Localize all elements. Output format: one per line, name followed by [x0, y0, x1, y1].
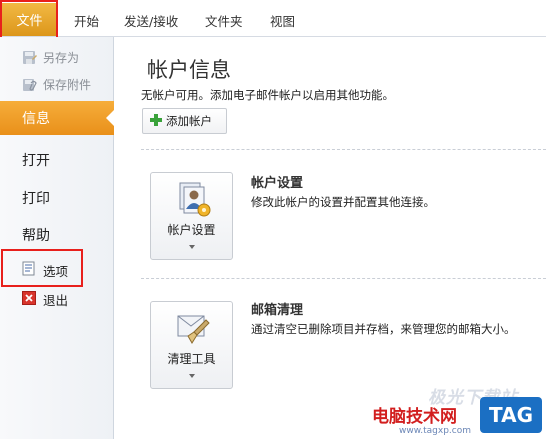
options-label: 选项 — [43, 263, 69, 279]
account-settings-description: 修改此帐户的设置并配置其他连接。 — [251, 195, 435, 209]
nav-help[interactable]: 帮助 — [22, 225, 50, 245]
nav-info-label: 信息 — [22, 111, 50, 127]
watermark-tag-badge: TAG — [480, 397, 542, 433]
tab-home[interactable]: 开始 — [74, 11, 99, 30]
save-attachments-icon — [22, 77, 37, 92]
plus-icon — [150, 113, 162, 129]
nav-options[interactable]: 选项 — [22, 260, 68, 280]
tab-folder[interactable]: 文件夹 — [205, 11, 243, 30]
save-attachments-command[interactable]: 保存附件 — [22, 74, 91, 94]
tab-file[interactable]: 文件 — [2, 3, 57, 36]
save-as-label: 另存为 — [43, 50, 80, 65]
options-icon — [22, 261, 36, 279]
cleanup-tools-icon — [172, 310, 212, 348]
tab-send-receive[interactable]: 发送/接收 — [124, 11, 178, 30]
add-account-label: 添加帐户 — [166, 114, 212, 128]
cleanup-tools-button[interactable]: 清理工具 — [150, 301, 233, 389]
page-subtitle: 无帐户可用。添加电子邮件帐户以启用其他功能。 — [141, 88, 394, 102]
section-divider — [141, 278, 546, 279]
account-settings-button[interactable]: 帐户设置 — [150, 172, 233, 260]
page-title: 帐户信息 — [147, 58, 231, 82]
watermark-top-text: 极光下载站 — [428, 388, 518, 408]
chevron-down-icon — [189, 245, 195, 249]
account-settings-button-label: 帐户设置 — [167, 223, 216, 237]
mailbox-cleanup-title: 邮箱清理 — [251, 303, 304, 318]
backstage-sidebar: 另存为 保存附件 信息 打开 打印 帮助 选项 退出 — [0, 37, 115, 439]
section-divider — [141, 149, 546, 150]
watermark-url: www.tagxp.com — [399, 426, 471, 436]
nav-print[interactable]: 打印 — [22, 188, 50, 208]
save-as-icon — [22, 50, 37, 65]
watermark-site-name: 电脑技术网 — [372, 407, 457, 427]
save-attachments-label: 保存附件 — [43, 77, 92, 92]
add-account-button[interactable]: 添加帐户 — [142, 108, 227, 134]
ribbon-tab-bar: 文件 开始 发送/接收 文件夹 视图 — [0, 0, 546, 37]
tab-view[interactable]: 视图 — [270, 11, 295, 30]
account-settings-title: 帐户设置 — [251, 176, 304, 191]
nav-info[interactable]: 信息 — [0, 101, 115, 135]
save-as-command[interactable]: 另存为 — [22, 47, 79, 67]
account-settings-icon — [172, 181, 212, 219]
mailbox-cleanup-description: 通过清空已删除项目并存档，来管理您的邮箱大小。 — [251, 322, 516, 336]
chevron-down-icon — [189, 374, 195, 378]
nav-exit[interactable]: 退出 — [22, 289, 68, 309]
cleanup-tools-button-label: 清理工具 — [167, 352, 216, 366]
exit-icon — [22, 290, 36, 308]
exit-label: 退出 — [43, 292, 69, 308]
nav-open[interactable]: 打开 — [22, 150, 50, 170]
